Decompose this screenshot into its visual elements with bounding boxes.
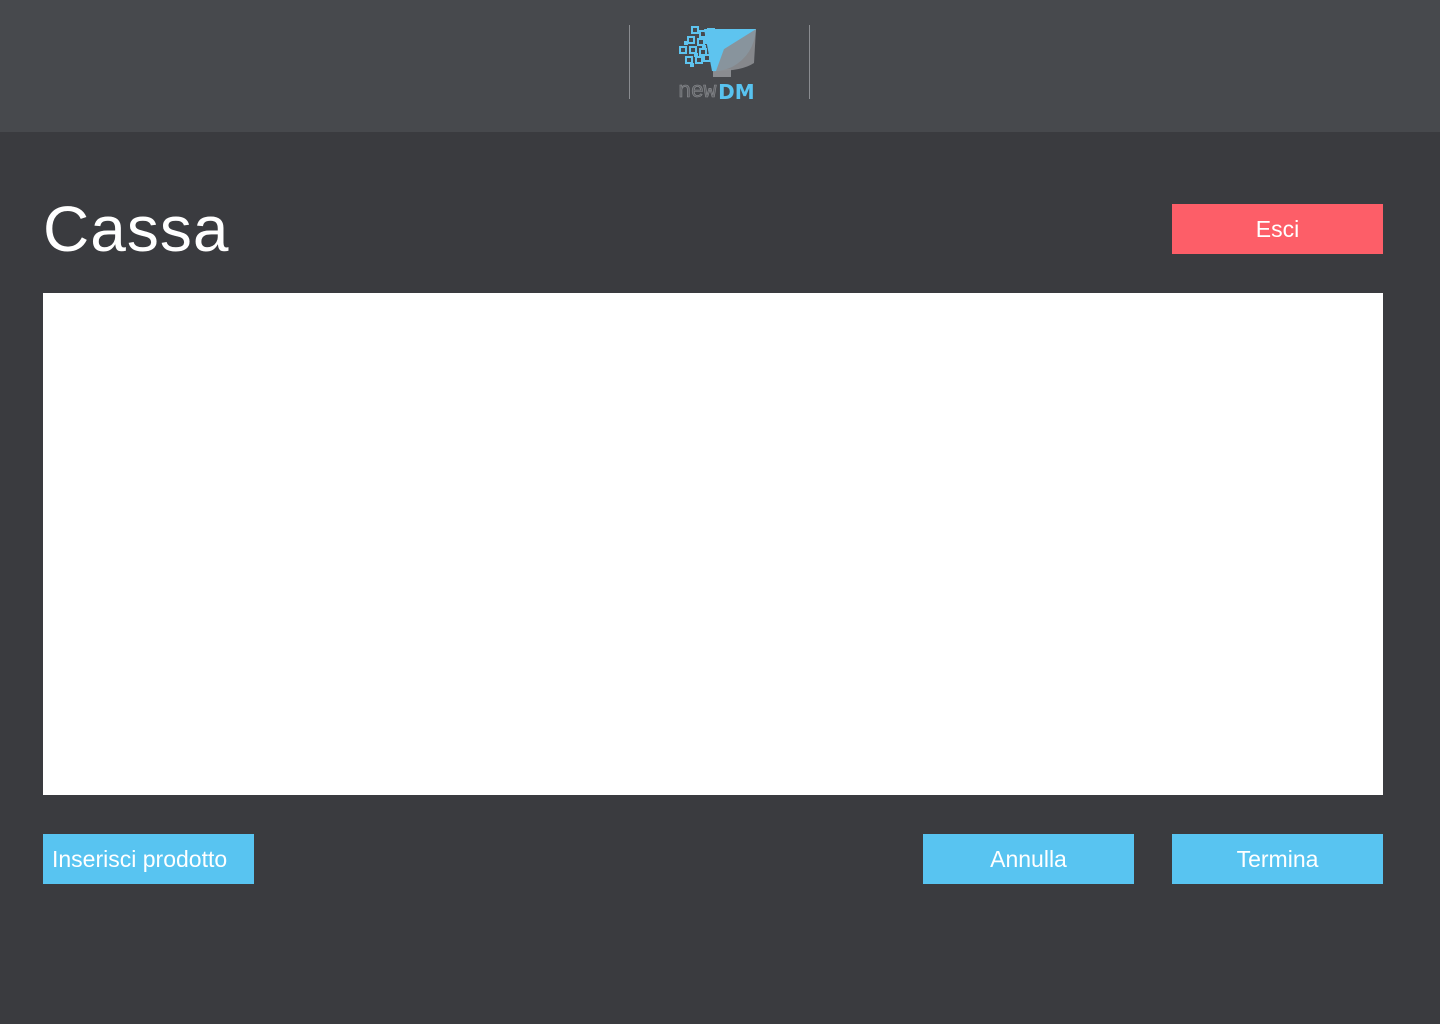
monitor-pixels-icon xyxy=(679,26,756,77)
products-list-panel xyxy=(43,293,1383,795)
top-bar: new DM xyxy=(0,0,1440,132)
cancel-button[interactable]: Annulla xyxy=(923,834,1134,884)
logo-text-dm: DM xyxy=(718,80,755,104)
logo-wordmark: new DM xyxy=(678,79,755,104)
logo-text-new: new xyxy=(678,79,717,104)
exit-button[interactable]: Esci xyxy=(1172,204,1383,254)
finish-button[interactable]: Termina xyxy=(1172,834,1383,884)
insert-product-button[interactable]: Inserisci prodotto xyxy=(43,834,254,884)
logo: new DM xyxy=(629,25,810,104)
page-title: Cassa xyxy=(43,193,230,265)
